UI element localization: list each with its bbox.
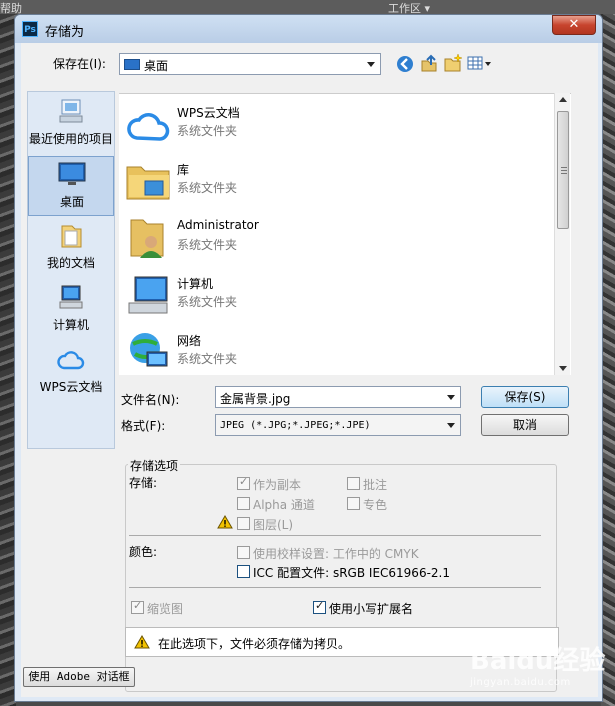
wps-cloud-icon [57, 351, 85, 370]
save-in-value: 桌面 [144, 59, 169, 73]
alpha-channel-checkbox[interactable] [237, 497, 250, 510]
options-divider [129, 535, 541, 536]
filename-label: 文件名(N): [121, 393, 180, 407]
scroll-up-icon[interactable] [559, 97, 567, 102]
place-label: WPS云文档 [39, 380, 103, 394]
file-kind: 系统文件夹 [177, 352, 238, 366]
icc-profile-checkbox[interactable] [237, 565, 250, 578]
file-list[interactable]: WPS云文档 系统文件夹 库 系统文件夹 Administrator 系统文件夹 [119, 93, 571, 375]
lowercase-extension-label: 使用小写扩展名 [329, 602, 414, 616]
file-name: WPS云文档 [177, 106, 240, 120]
storage-options-title: 存储选项 [128, 457, 181, 474]
network-icon [130, 333, 168, 367]
library-icon [126, 166, 170, 200]
scroll-down-icon[interactable] [559, 366, 567, 371]
proof-setup-checkbox[interactable] [237, 546, 250, 559]
format-dropdown[interactable]: JPEG (*.JPG;*.JPEG;*.JPE) [215, 414, 461, 436]
place-wps-cloud[interactable]: WPS云文档 [28, 342, 114, 402]
icc-profile-label: ICC 配置文件: sRGB IEC61966-2.1 [253, 566, 450, 580]
file-item[interactable]: 网络 系统文件夹 [125, 324, 545, 380]
dialog-titlebar: Ps 存储为 ✕ [15, 15, 602, 43]
thumbnail-label: 缩览图 [147, 602, 184, 616]
watermark-url: jingyan.baidu.com [470, 677, 571, 688]
copy-notice-text: 在此选项下，文件必须存储为拷贝。 [158, 637, 351, 651]
chevron-down-icon[interactable] [447, 395, 455, 400]
photoshop-icon: Ps [22, 21, 38, 37]
chevron-down-icon [367, 62, 375, 67]
recent-items-icon [59, 99, 83, 123]
warning-icon [217, 515, 233, 529]
new-folder-icon[interactable] [443, 53, 463, 73]
use-adobe-dialog-button[interactable]: 使用 Adobe 对话框 [23, 667, 135, 687]
chevron-down-icon[interactable] [447, 423, 455, 428]
desktop-icon [58, 162, 86, 185]
place-recent-items[interactable]: 最近使用的项目 [28, 94, 114, 154]
place-computer[interactable]: 计算机 [28, 280, 114, 340]
background-app-strip: 帮助 工作区 ▾ [0, 0, 615, 15]
documents-icon [61, 225, 82, 248]
alpha-channel-label: Alpha 通道 [253, 498, 315, 512]
spot-color-label: 专色 [363, 498, 388, 512]
save-as-dialog: Ps 存储为 ✕ 保存在(I): 桌面 最近使用的项目 桌面 我的文档 计算机 … [14, 14, 603, 702]
file-item[interactable]: Administrator 系统文件夹 [125, 210, 545, 266]
place-my-documents[interactable]: 我的文档 [28, 218, 114, 278]
annotations-label: 批注 [363, 478, 388, 492]
view-menu-icon[interactable] [467, 54, 493, 74]
layers-checkbox[interactable] [237, 517, 250, 530]
place-label: 计算机 [52, 318, 89, 332]
warning-icon [134, 635, 150, 649]
file-kind: 系统文件夹 [177, 181, 238, 195]
scroll-thumb[interactable] [557, 111, 569, 229]
file-name: 库 [177, 163, 190, 177]
background-right-edge [601, 14, 615, 706]
close-button[interactable]: ✕ [552, 15, 596, 35]
computer-icon [128, 276, 168, 314]
place-label: 桌面 [59, 195, 84, 209]
file-name: Administrator [177, 218, 259, 232]
file-name: 网络 [177, 334, 202, 348]
user-folder-icon [130, 219, 164, 258]
file-item[interactable]: 库 系统文件夹 [125, 153, 545, 209]
file-kind: 系统文件夹 [177, 295, 238, 309]
file-item[interactable]: WPS云文档 系统文件夹 [125, 96, 545, 152]
desktop-icon [124, 59, 140, 70]
computer-icon [59, 285, 83, 309]
as-copy-checkbox[interactable] [237, 475, 250, 490]
wps-cloud-icon [127, 113, 170, 141]
file-kind: 系统文件夹 [177, 124, 238, 138]
baidu-jingyan-watermark: Baidu经验 jingyan.baidu.com [470, 640, 605, 688]
place-desktop[interactable]: 桌面 [28, 156, 114, 216]
places-bar: 最近使用的项目 桌面 我的文档 计算机 WPS云文档 [27, 91, 115, 449]
storage-label: 存储: [129, 476, 158, 490]
dialog-body: 保存在(I): 桌面 最近使用的项目 桌面 我的文档 计算机 WPS云文档 WP… [21, 43, 598, 697]
spot-color-checkbox[interactable] [347, 497, 360, 510]
color-label: 颜色: [129, 545, 158, 559]
thumbnail-checkbox[interactable] [131, 599, 144, 614]
place-label: 我的文档 [46, 256, 95, 270]
dialog-title: 存储为 [45, 25, 85, 40]
as-copy-label: 作为副本 [253, 478, 302, 492]
place-label: 最近使用的项目 [28, 132, 113, 146]
file-kind: 系统文件夹 [177, 238, 238, 252]
save-in-label: 保存在(I): [53, 57, 106, 71]
save-button[interactable]: 保存(S) [481, 386, 569, 408]
filename-input[interactable]: 金属背景.jpg [215, 386, 461, 408]
annotations-checkbox[interactable] [347, 477, 360, 490]
format-value: JPEG (*.JPG;*.JPEG;*.JPE) [220, 420, 371, 431]
format-label: 格式(F): [121, 419, 166, 433]
proof-setup-label: 使用校样设置: 工作中的 CMYK [253, 547, 419, 561]
cancel-button[interactable]: 取消 [481, 414, 569, 436]
back-icon[interactable] [395, 54, 415, 74]
file-name: 计算机 [177, 277, 214, 291]
save-in-dropdown[interactable]: 桌面 [119, 53, 381, 75]
layers-label: 图层(L) [253, 518, 294, 532]
lowercase-extension-checkbox[interactable] [313, 599, 326, 614]
filename-value: 金属背景.jpg [220, 392, 291, 406]
file-list-scrollbar[interactable] [554, 93, 570, 375]
watermark-brand: Baidu经验 [470, 646, 606, 676]
file-item[interactable]: 计算机 系统文件夹 [125, 267, 545, 323]
options-divider [129, 587, 541, 588]
up-folder-icon[interactable] [419, 53, 439, 73]
